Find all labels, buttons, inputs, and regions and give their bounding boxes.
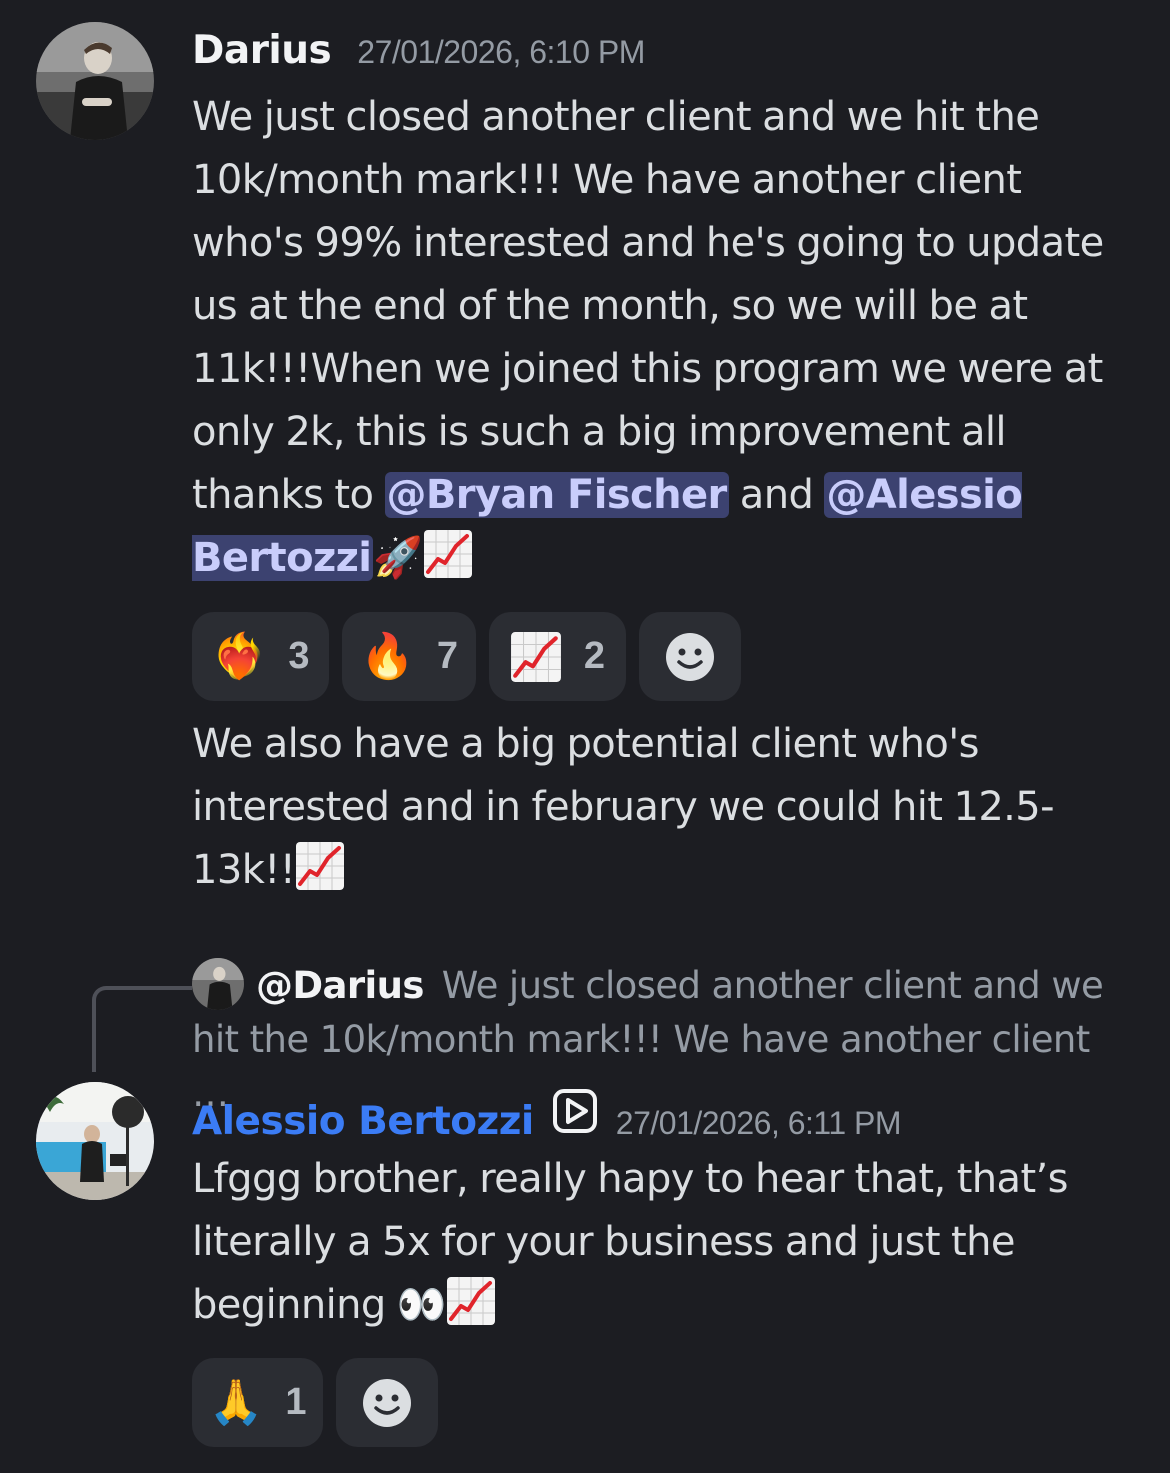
reactions-darius: ❤️‍🔥 3 🔥 7 2 — [192, 612, 741, 701]
author-name[interactable]: Alessio Bertozzi — [192, 1099, 534, 1144]
reaction-count: 2 — [583, 635, 606, 677]
message-content-darius-followup: We also have a big potential client who'… — [192, 713, 1132, 902]
reaction-folded-hands[interactable]: 🙏 1 — [192, 1358, 323, 1447]
message-content-darius: We just closed another client and we hit… — [192, 86, 1132, 590]
chart-increasing-emoji — [510, 631, 562, 683]
reaction-count: 7 — [436, 635, 458, 677]
chart-increasing-emoji — [446, 1276, 496, 1326]
message-text-and: and — [728, 472, 825, 518]
avatar-darius[interactable] — [36, 22, 154, 140]
avatar-alessio-bertozzi[interactable] — [36, 1082, 154, 1200]
message-header-darius: Darius 27/01/2026, 6:10 PM — [192, 28, 645, 73]
reply-author[interactable]: @Darius — [256, 964, 424, 1007]
message-text: We just closed another client and we hit… — [192, 94, 1104, 518]
reaction-fire[interactable]: 🔥 7 — [342, 612, 476, 701]
timestamp: 27/01/2026, 6:11 PM — [615, 1105, 902, 1141]
timestamp: 27/01/2026, 6:10 PM — [357, 34, 645, 70]
reaction-count: 3 — [288, 635, 310, 677]
add-reaction-button[interactable] — [336, 1358, 438, 1447]
folded-hands-emoji: 🙏 — [208, 1376, 264, 1428]
chart-increasing-emoji — [295, 841, 345, 891]
add-reaction-button[interactable] — [639, 612, 741, 701]
rocket-emoji: 🚀 — [373, 535, 423, 581]
reply-avatar-darius — [192, 958, 244, 1010]
reactions-alessio: 🙏 1 — [192, 1358, 438, 1447]
message-header-alessio: Alessio Bertozzi 27/01/2026, 6:11 PM — [192, 1088, 902, 1144]
reaction-heart-on-fire[interactable]: ❤️‍🔥 3 — [192, 612, 329, 701]
reply-connector-line — [92, 986, 192, 1072]
smiley-add-reaction-icon — [361, 1377, 413, 1429]
reaction-chart-increasing[interactable]: 2 — [489, 612, 626, 701]
author-name[interactable]: Darius — [192, 28, 332, 73]
mention-bryan-fischer[interactable]: @Bryan Fischer — [384, 472, 729, 518]
message-text: Lfggg brother, really hapy to hear that,… — [192, 1156, 1069, 1328]
play-app-badge-icon[interactable] — [552, 1088, 598, 1134]
reaction-count: 1 — [285, 1381, 307, 1423]
eyes-emoji: 👀 — [396, 1282, 447, 1328]
smiley-add-reaction-icon — [664, 631, 716, 683]
fire-emoji: 🔥 — [360, 630, 415, 682]
message-content-alessio: Lfggg brother, really hapy to hear that,… — [192, 1148, 1132, 1337]
heart-on-fire-emoji: ❤️‍🔥 — [211, 630, 267, 682]
chart-increasing-emoji — [423, 529, 473, 579]
